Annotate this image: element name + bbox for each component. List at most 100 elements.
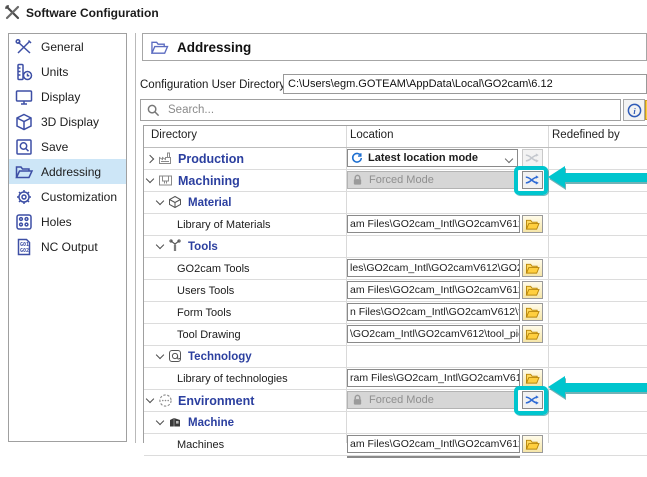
directory-item-label[interactable]: Library of technologies — [177, 373, 288, 385]
annotation-arrow-environment — [548, 376, 647, 398]
location-path-value: am Files\GO2cam_Intl\GO2camV612\mat — [350, 218, 520, 230]
save-magnifier-icon — [14, 137, 34, 157]
sidebar-item-label: NC Output — [41, 240, 98, 254]
expander-expanded-icon[interactable] — [156, 351, 164, 359]
browse-folder-button[interactable] — [522, 215, 543, 233]
technology-icon — [168, 349, 183, 364]
sidebar-item-label: Holes — [41, 215, 72, 229]
directory-item-label[interactable]: Tool Drawing — [177, 329, 241, 341]
lock-icon — [352, 394, 363, 406]
lock-icon — [352, 174, 363, 186]
config-dir-input[interactable] — [283, 74, 647, 94]
expander-collapsed-icon[interactable] — [146, 154, 154, 162]
browse-folder-button[interactable] — [522, 325, 543, 343]
column-header-directory: Directory — [151, 129, 197, 141]
sidebar-item-general[interactable]: General — [9, 34, 126, 59]
browse-folder-button[interactable] — [522, 435, 543, 453]
location-path-field[interactable]: les\GO2cam_Intl\GO2camV612\GO2_tool — [347, 259, 520, 277]
directory-item-label[interactable]: Form Tools — [177, 307, 231, 319]
directory-item-label[interactable]: GO2cam Tools — [177, 263, 250, 275]
directory-subgroup-label[interactable]: Material — [188, 197, 231, 209]
location-path-value: ram Files\GO2cam_Intl\GO2camV612\tec — [350, 372, 520, 384]
sidebar-item-addressing[interactable]: Addressing — [9, 159, 126, 184]
table-row: Users Tools am Files\GO2cam_Intl\GO2camV… — [144, 280, 647, 302]
material-cube-icon — [168, 195, 183, 210]
settings-sidebar: General Units Display 3D Display — [8, 33, 127, 442]
monitor-icon — [14, 87, 34, 107]
location-path-field[interactable]: n Files\GO2cam_Intl\GO2camV612\forme — [347, 303, 520, 321]
directory-item-label[interactable]: Users Tools — [177, 285, 234, 297]
factory-icon — [158, 151, 173, 166]
location-mode-value: Forced Mode — [369, 394, 434, 406]
svg-text:i: i — [633, 105, 636, 115]
open-folder-icon — [14, 162, 34, 182]
directory-subgroup-label[interactable]: Technology — [188, 351, 252, 363]
location-path-value: am Files\GO2cam_Intl\GO2camV612\tool — [350, 284, 520, 296]
directory-subgroup-label[interactable]: Machine — [188, 417, 234, 429]
search-box — [140, 99, 621, 121]
sidebar-item-3d-display[interactable]: 3D Display — [9, 109, 126, 134]
sidebar-item-label: Customization — [41, 190, 117, 204]
sidebar-item-label: 3D Display — [41, 115, 99, 129]
location-path-value: am Files\GO2cam_Intl\GO2camV612\mac — [350, 438, 520, 450]
table-row: Machine — [144, 412, 647, 434]
location-path-field[interactable]: ram Files\GO2cam_Intl\GO2camV612\tec — [347, 369, 520, 387]
location-path-field[interactable]: am Files\GO2cam_Intl\GO2camV612\tool — [347, 281, 520, 299]
directory-item-label[interactable]: Library of Materials — [177, 219, 271, 231]
location-path-field[interactable]: \GO2cam_Intl\GO2camV612\tool_picture — [347, 325, 520, 343]
browse-folder-button[interactable] — [522, 369, 543, 387]
cube-icon — [14, 112, 34, 132]
expander-expanded-icon[interactable] — [146, 175, 154, 183]
window-titlebar: Software Configuration — [5, 5, 159, 20]
location-path-value: n Files\GO2cam_Intl\GO2camV612\forme — [350, 306, 520, 318]
expander-expanded-icon[interactable] — [156, 241, 164, 249]
gear-icon — [14, 187, 34, 207]
directory-group-label[interactable]: Environment — [178, 394, 254, 408]
config-dir-label: Configuration User Directory — [140, 79, 285, 91]
forced-mode-field: Forced Mode — [347, 171, 518, 189]
directory-subgroup-label[interactable]: Tools — [188, 241, 218, 253]
search-input[interactable] — [166, 103, 620, 117]
directory-group-label[interactable]: Machining — [178, 174, 240, 188]
screw-tool-icon — [168, 239, 183, 254]
annotation-arrow-machining — [548, 166, 647, 188]
panel-divider — [135, 33, 136, 443]
location-mode-dropdown[interactable]: Latest location mode — [347, 149, 518, 167]
sidebar-item-save[interactable]: Save — [9, 134, 126, 159]
chevron-down-icon — [505, 155, 513, 163]
browse-folder-button[interactable] — [522, 259, 543, 277]
refresh-icon — [351, 152, 363, 164]
expander-expanded-icon[interactable] — [156, 197, 164, 205]
svg-text:G02: G02 — [20, 248, 29, 254]
sidebar-item-nc-output[interactable]: G01 G02 NC Output — [9, 234, 126, 259]
browse-folder-button[interactable] — [522, 281, 543, 299]
sidebar-item-label: Addressing — [41, 165, 101, 179]
browse-folder-button[interactable] — [522, 303, 543, 321]
location-path-value: \GO2cam_Intl\GO2camV612\tool_picture — [350, 328, 520, 340]
sidebar-item-units[interactable]: Units — [9, 59, 126, 84]
expander-expanded-icon[interactable] — [146, 395, 154, 403]
ruler-clock-icon — [14, 62, 34, 82]
sidebar-item-label: Units — [41, 65, 68, 79]
sidebar-item-customization[interactable]: Customization — [9, 184, 126, 209]
page-header: Addressing — [142, 33, 647, 61]
location-mode-value: Latest location mode — [368, 152, 478, 164]
table-row-clipped — [144, 456, 647, 477]
expander-expanded-icon[interactable] — [156, 417, 164, 425]
table-row: Tool Drawing \GO2cam_Intl\GO2camV612\too… — [144, 324, 647, 346]
info-button[interactable]: i — [623, 99, 645, 121]
page-title: Addressing — [177, 40, 251, 55]
directory-item-label[interactable]: Machines — [177, 439, 224, 451]
table-row: Technology — [144, 346, 647, 368]
nc-code-document-icon: G01 G02 — [14, 237, 34, 257]
machine-icon — [168, 415, 183, 430]
sidebar-item-display[interactable]: Display — [9, 84, 126, 109]
location-path-field[interactable]: am Files\GO2cam_Intl\GO2camV612\mac — [347, 435, 520, 453]
location-path-value: les\GO2cam_Intl\GO2camV612\GO2_tool — [350, 262, 520, 274]
location-path-field[interactable]: am Files\GO2cam_Intl\GO2camV612\mat — [347, 215, 520, 233]
sidebar-item-holes[interactable]: Holes — [9, 209, 126, 234]
info-icon: i — [627, 103, 642, 118]
window-title: Software Configuration — [26, 6, 159, 20]
open-folder-icon — [150, 39, 169, 56]
directory-group-label[interactable]: Production — [178, 152, 244, 166]
